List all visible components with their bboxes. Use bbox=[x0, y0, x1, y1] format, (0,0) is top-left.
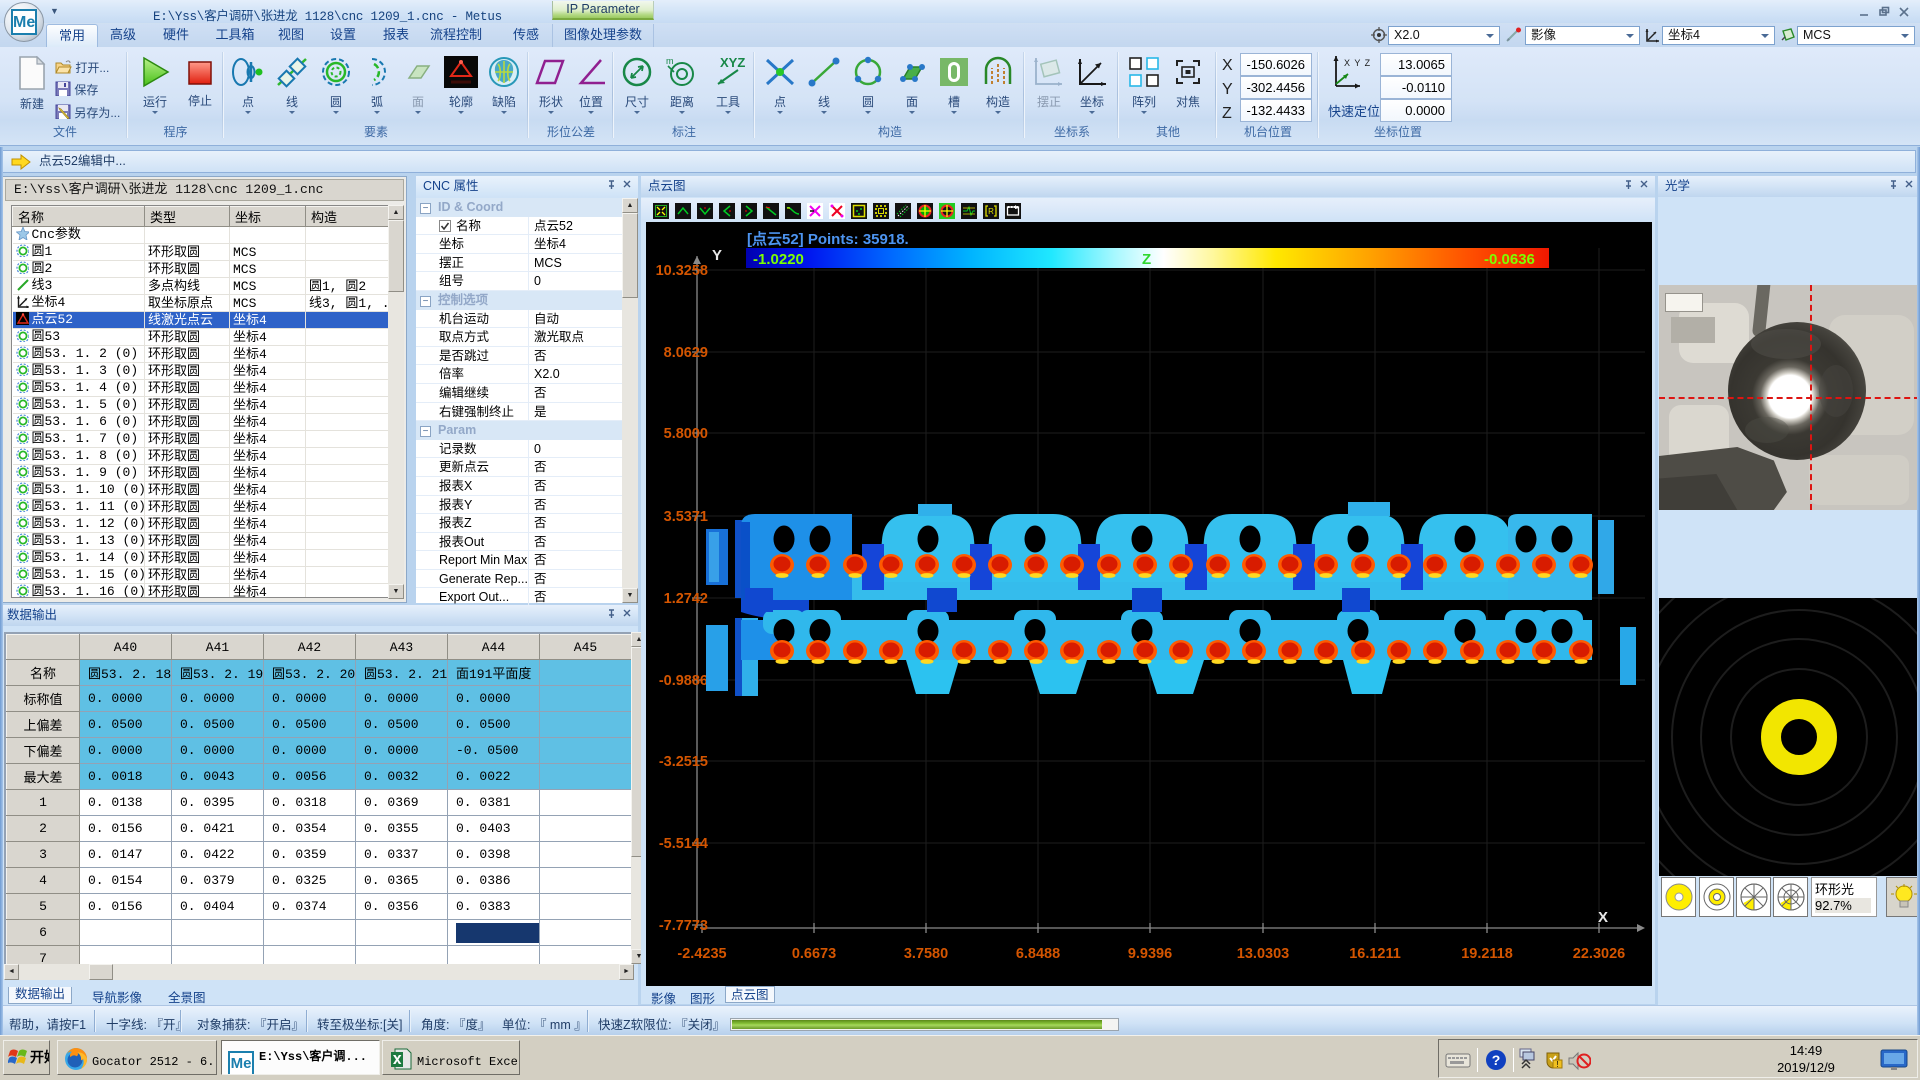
svg-text:-1.0220: -1.0220 bbox=[753, 251, 804, 268]
svg-text:3.7580: 3.7580 bbox=[904, 946, 948, 962]
svg-text:[点云52] Points: 35918.: [点云52] Points: 35918. bbox=[747, 231, 909, 248]
svg-text:8.0629: 8.0629 bbox=[664, 345, 708, 361]
svg-text:-3.2515: -3.2515 bbox=[659, 754, 708, 770]
svg-text:Z: Z bbox=[1142, 251, 1151, 268]
svg-text:!: ! bbox=[1556, 1060, 1558, 1069]
svg-text:9.9396: 9.9396 bbox=[1128, 946, 1172, 962]
svg-text:3.5371: 3.5371 bbox=[664, 509, 708, 525]
svg-text:X: X bbox=[1598, 909, 1608, 926]
svg-text:5.8000: 5.8000 bbox=[664, 426, 708, 442]
svg-text:-2.4235: -2.4235 bbox=[677, 946, 726, 962]
svg-text:16.1211: 16.1211 bbox=[1349, 946, 1401, 962]
svg-text:-0.9886: -0.9886 bbox=[659, 673, 708, 689]
svg-text:10.3258: 10.3258 bbox=[656, 263, 708, 279]
svg-text:m: m bbox=[666, 56, 674, 66]
svg-text:0.6673: 0.6673 bbox=[792, 946, 836, 962]
svg-text:-7.7773: -7.7773 bbox=[659, 918, 708, 934]
svg-text:-5.5144: -5.5144 bbox=[659, 836, 708, 852]
svg-text:22.3026: 22.3026 bbox=[1573, 946, 1625, 962]
svg-text:13.0303: 13.0303 bbox=[1237, 946, 1289, 962]
svg-text:6.8488: 6.8488 bbox=[1016, 946, 1060, 962]
svg-text:Y: Y bbox=[712, 247, 722, 264]
svg-text:X Y Z: X Y Z bbox=[1344, 58, 1371, 68]
svg-text:-0.0636: -0.0636 bbox=[1484, 251, 1535, 268]
svg-text:?: ? bbox=[1492, 1052, 1501, 1068]
svg-text:1.2742: 1.2742 bbox=[664, 591, 708, 607]
svg-text:R: R bbox=[988, 207, 994, 216]
svg-text:19.2118: 19.2118 bbox=[1461, 946, 1513, 962]
svg-text:XYZ: XYZ bbox=[720, 56, 745, 70]
